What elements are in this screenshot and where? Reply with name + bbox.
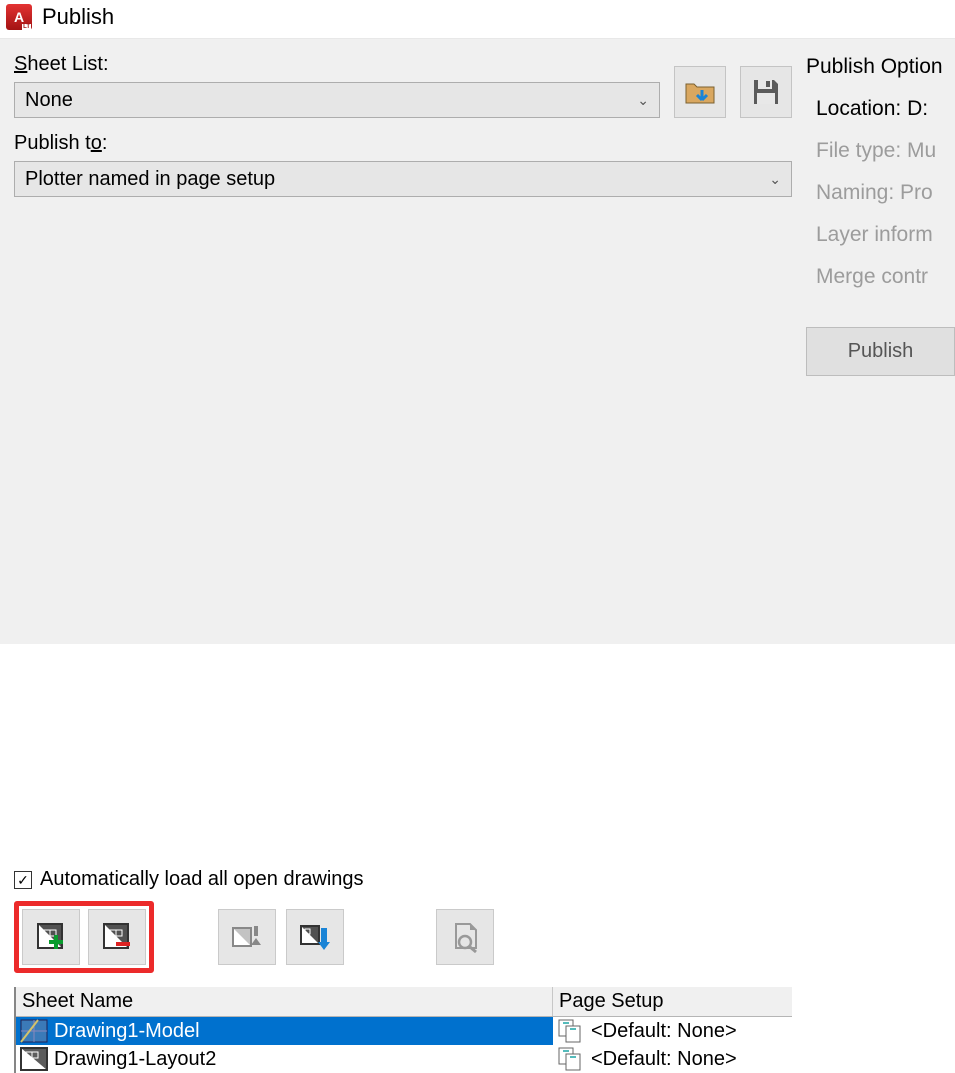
move-up-icon bbox=[230, 920, 264, 954]
checkbox-icon: ✓ bbox=[14, 871, 32, 889]
sheet-name: Drawing1-Layout2 bbox=[54, 1048, 216, 1071]
location-label: Location: D: bbox=[806, 97, 955, 121]
left-column: Sheet List: None ⌄ bbox=[0, 39, 802, 644]
merge-label: Merge contr bbox=[806, 265, 955, 289]
naming-label: Naming: Pro bbox=[806, 181, 955, 205]
remove-sheets-button[interactable] bbox=[88, 909, 146, 965]
remove-sheets-icon bbox=[100, 920, 134, 954]
preview-button[interactable] bbox=[436, 909, 494, 965]
column-sheet-name[interactable]: Sheet Name bbox=[16, 987, 553, 1016]
page-setup-icon bbox=[557, 1019, 585, 1043]
title-bar: A Publish bbox=[0, 0, 955, 38]
right-panel: Publish Option Location: D: File type: M… bbox=[802, 39, 955, 644]
sheet-name: Drawing1-Model bbox=[54, 1020, 200, 1043]
table-row[interactable]: Drawing1-Layout2 <Default: None> bbox=[16, 1045, 792, 1073]
publish-to-value: Plotter named in page setup bbox=[25, 168, 275, 191]
auto-load-label: Automatically load all open drawings bbox=[40, 868, 364, 891]
sheet-list-value: None bbox=[25, 89, 73, 112]
chevron-down-icon: ⌄ bbox=[637, 92, 649, 109]
publish-to-dropdown[interactable]: Plotter named in page setup ⌄ bbox=[14, 161, 792, 197]
publish-options-button[interactable]: Publish bbox=[806, 327, 955, 376]
preview-icon bbox=[448, 920, 482, 954]
table-row[interactable]: Drawing1-Model <Default: None> bbox=[16, 1017, 792, 1045]
save-sheet-list-button[interactable] bbox=[740, 66, 792, 118]
grid-header: Sheet Name Page Setup bbox=[16, 987, 792, 1017]
app-icon: A bbox=[6, 4, 32, 30]
folder-arrow-icon bbox=[684, 76, 716, 108]
content: Sheet List: None ⌄ bbox=[0, 38, 955, 644]
add-sheets-icon bbox=[34, 920, 68, 954]
auto-load-checkbox[interactable]: ✓ Automatically load all open drawings bbox=[14, 868, 792, 891]
add-sheets-button[interactable] bbox=[22, 909, 80, 965]
model-sheet-icon bbox=[20, 1019, 48, 1043]
page-setup-value: <Default: None> bbox=[591, 1020, 737, 1043]
layout-sheet-icon bbox=[20, 1047, 48, 1071]
sheet-list-label: Sheet List: bbox=[14, 53, 660, 76]
publish-options-title: Publish Option bbox=[806, 55, 955, 79]
move-sheet-up-button[interactable] bbox=[218, 909, 276, 965]
chevron-down-icon: ⌄ bbox=[769, 171, 781, 188]
sheet-grid: Sheet Name Page Setup Drawing1-Model bbox=[14, 987, 792, 1073]
sheet-list-dropdown[interactable]: None ⌄ bbox=[14, 82, 660, 118]
load-sheet-list-button[interactable] bbox=[674, 66, 726, 118]
move-down-icon bbox=[298, 920, 332, 954]
sheet-toolbar bbox=[14, 901, 792, 973]
highlighted-buttons bbox=[14, 901, 154, 973]
page-setup-icon bbox=[557, 1047, 585, 1071]
save-icon bbox=[750, 76, 782, 108]
publish-to-label: Publish to: bbox=[14, 132, 792, 155]
page-setup-value: <Default: None> bbox=[591, 1048, 737, 1071]
layer-info-label: Layer inform bbox=[806, 223, 955, 247]
move-sheet-down-button[interactable] bbox=[286, 909, 344, 965]
dialog-title: Publish bbox=[42, 4, 114, 30]
column-page-setup[interactable]: Page Setup bbox=[553, 987, 792, 1016]
file-type-label: File type: Mu bbox=[806, 139, 955, 163]
